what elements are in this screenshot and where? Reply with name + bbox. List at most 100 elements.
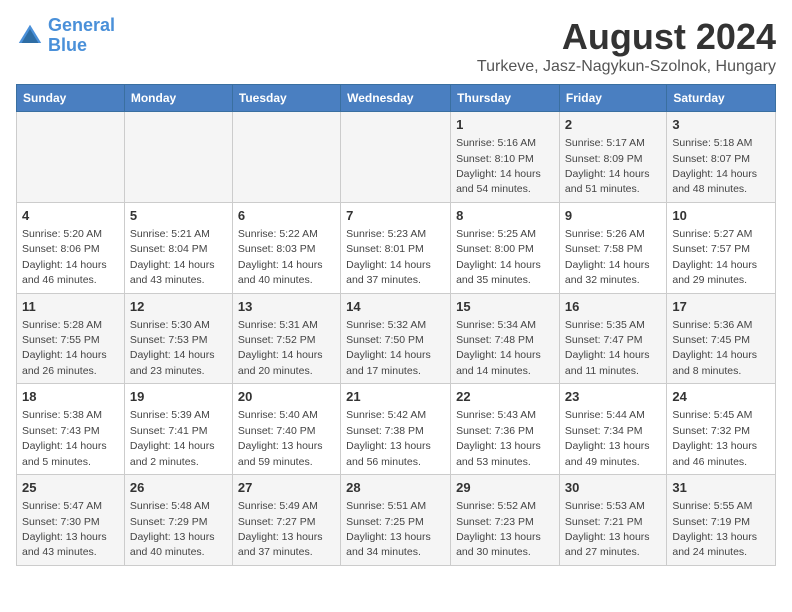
- main-title: August 2024: [477, 16, 776, 58]
- day-number: 18: [22, 388, 119, 406]
- cell-details: Sunrise: 5:23 AM Sunset: 8:01 PM Dayligh…: [346, 228, 431, 286]
- calendar-cell: 14 Sunrise: 5:32 AM Sunset: 7:50 PM Dayli…: [341, 293, 451, 384]
- logo-icon: [16, 22, 44, 50]
- day-number: 22: [456, 388, 554, 406]
- calendar-cell: 7 Sunrise: 5:23 AM Sunset: 8:01 PM Daylig…: [341, 202, 451, 293]
- day-number: 26: [130, 479, 227, 497]
- cell-details: Sunrise: 5:53 AM Sunset: 7:21 PM Dayligh…: [565, 500, 650, 558]
- cell-details: Sunrise: 5:34 AM Sunset: 7:48 PM Dayligh…: [456, 319, 541, 377]
- day-header-tuesday: Tuesday: [232, 85, 340, 112]
- day-number: 11: [22, 298, 119, 316]
- calendar-week-row: 18 Sunrise: 5:38 AM Sunset: 7:43 PM Dayli…: [17, 384, 776, 475]
- cell-details: Sunrise: 5:28 AM Sunset: 7:55 PM Dayligh…: [22, 319, 107, 377]
- cell-details: Sunrise: 5:32 AM Sunset: 7:50 PM Dayligh…: [346, 319, 431, 377]
- day-header-wednesday: Wednesday: [341, 85, 451, 112]
- calendar-body: 1 Sunrise: 5:16 AM Sunset: 8:10 PM Daylig…: [17, 112, 776, 566]
- day-number: 24: [672, 388, 770, 406]
- cell-details: Sunrise: 5:18 AM Sunset: 8:07 PM Dayligh…: [672, 137, 757, 195]
- cell-details: Sunrise: 5:31 AM Sunset: 7:52 PM Dayligh…: [238, 319, 323, 377]
- cell-details: Sunrise: 5:40 AM Sunset: 7:40 PM Dayligh…: [238, 409, 323, 467]
- cell-details: Sunrise: 5:26 AM Sunset: 7:58 PM Dayligh…: [565, 228, 650, 286]
- calendar-cell: 12 Sunrise: 5:30 AM Sunset: 7:53 PM Dayli…: [124, 293, 232, 384]
- calendar-cell: 26 Sunrise: 5:48 AM Sunset: 7:29 PM Dayli…: [124, 475, 232, 566]
- cell-details: Sunrise: 5:43 AM Sunset: 7:36 PM Dayligh…: [456, 409, 541, 467]
- day-header-saturday: Saturday: [667, 85, 776, 112]
- calendar-cell: 6 Sunrise: 5:22 AM Sunset: 8:03 PM Daylig…: [232, 202, 340, 293]
- day-number: 15: [456, 298, 554, 316]
- day-header-sunday: Sunday: [17, 85, 125, 112]
- calendar-cell: 1 Sunrise: 5:16 AM Sunset: 8:10 PM Daylig…: [451, 112, 560, 203]
- cell-details: Sunrise: 5:51 AM Sunset: 7:25 PM Dayligh…: [346, 500, 431, 558]
- calendar-cell: 31Sunrise: 5:55 AM Sunset: 7:19 PM Dayli…: [667, 475, 776, 566]
- cell-details: Sunrise: 5:49 AM Sunset: 7:27 PM Dayligh…: [238, 500, 323, 558]
- calendar-week-row: 4Sunrise: 5:20 AM Sunset: 8:06 PM Daylig…: [17, 202, 776, 293]
- calendar-cell: 17 Sunrise: 5:36 AM Sunset: 7:45 PM Dayli…: [667, 293, 776, 384]
- cell-details: Sunrise: 5:44 AM Sunset: 7:34 PM Dayligh…: [565, 409, 650, 467]
- calendar-cell: 23 Sunrise: 5:44 AM Sunset: 7:34 PM Dayli…: [559, 384, 666, 475]
- cell-details: Sunrise: 5:36 AM Sunset: 7:45 PM Dayligh…: [672, 319, 757, 377]
- day-number: 30: [565, 479, 661, 497]
- cell-details: Sunrise: 5:27 AM Sunset: 7:57 PM Dayligh…: [672, 228, 757, 286]
- cell-details: Sunrise: 5:17 AM Sunset: 8:09 PM Dayligh…: [565, 137, 650, 195]
- calendar-week-row: 25 Sunrise: 5:47 AM Sunset: 7:30 PM Dayli…: [17, 475, 776, 566]
- day-header-monday: Monday: [124, 85, 232, 112]
- calendar-cell: 8 Sunrise: 5:25 AM Sunset: 8:00 PM Daylig…: [451, 202, 560, 293]
- sub-title: Turkeve, Jasz-Nagykun-Szolnok, Hungary: [477, 58, 776, 76]
- day-number: 12: [130, 298, 227, 316]
- cell-details: Sunrise: 5:39 AM Sunset: 7:41 PM Dayligh…: [130, 409, 215, 467]
- day-number: 10: [672, 207, 770, 225]
- day-number: 3: [672, 116, 770, 134]
- calendar-cell: 25 Sunrise: 5:47 AM Sunset: 7:30 PM Dayli…: [17, 475, 125, 566]
- day-number: 1: [456, 116, 554, 134]
- day-header-thursday: Thursday: [451, 85, 560, 112]
- calendar-cell: [124, 112, 232, 203]
- cell-details: Sunrise: 5:25 AM Sunset: 8:00 PM Dayligh…: [456, 228, 541, 286]
- calendar-cell: 21Sunrise: 5:42 AM Sunset: 7:38 PM Dayli…: [341, 384, 451, 475]
- calendar-table: SundayMondayTuesdayWednesdayThursdayFrid…: [16, 84, 776, 566]
- cell-details: Sunrise: 5:16 AM Sunset: 8:10 PM Dayligh…: [456, 137, 541, 195]
- calendar-cell: 15 Sunrise: 5:34 AM Sunset: 7:48 PM Dayli…: [451, 293, 560, 384]
- logo-line2: Blue: [48, 35, 87, 55]
- calendar-cell: 20Sunrise: 5:40 AM Sunset: 7:40 PM Dayli…: [232, 384, 340, 475]
- day-header-friday: Friday: [559, 85, 666, 112]
- calendar-cell: 16Sunrise: 5:35 AM Sunset: 7:47 PM Dayli…: [559, 293, 666, 384]
- day-number: 2: [565, 116, 661, 134]
- cell-details: Sunrise: 5:38 AM Sunset: 7:43 PM Dayligh…: [22, 409, 107, 467]
- title-area: August 2024 Turkeve, Jasz-Nagykun-Szolno…: [477, 16, 776, 76]
- day-number: 6: [238, 207, 335, 225]
- day-number: 19: [130, 388, 227, 406]
- day-number: 7: [346, 207, 445, 225]
- logo-line1: General: [48, 15, 115, 35]
- day-number: 25: [22, 479, 119, 497]
- day-number: 9: [565, 207, 661, 225]
- calendar-cell: 22 Sunrise: 5:43 AM Sunset: 7:36 PM Dayli…: [451, 384, 560, 475]
- cell-details: Sunrise: 5:35 AM Sunset: 7:47 PM Dayligh…: [565, 319, 650, 377]
- calendar-cell: 27 Sunrise: 5:49 AM Sunset: 7:27 PM Dayli…: [232, 475, 340, 566]
- cell-details: Sunrise: 5:52 AM Sunset: 7:23 PM Dayligh…: [456, 500, 541, 558]
- cell-details: Sunrise: 5:30 AM Sunset: 7:53 PM Dayligh…: [130, 319, 215, 377]
- day-number: 14: [346, 298, 445, 316]
- calendar-cell: 18 Sunrise: 5:38 AM Sunset: 7:43 PM Dayli…: [17, 384, 125, 475]
- day-number: 27: [238, 479, 335, 497]
- logo: General Blue: [16, 16, 115, 56]
- cell-details: Sunrise: 5:48 AM Sunset: 7:29 PM Dayligh…: [130, 500, 215, 558]
- day-number: 17: [672, 298, 770, 316]
- calendar-cell: 11 Sunrise: 5:28 AM Sunset: 7:55 PM Dayli…: [17, 293, 125, 384]
- calendar-cell: 24Sunrise: 5:45 AM Sunset: 7:32 PM Dayli…: [667, 384, 776, 475]
- day-number: 13: [238, 298, 335, 316]
- calendar-cell: 5Sunrise: 5:21 AM Sunset: 8:04 PM Daylig…: [124, 202, 232, 293]
- day-number: 5: [130, 207, 227, 225]
- day-number: 31: [672, 479, 770, 497]
- cell-details: Sunrise: 5:20 AM Sunset: 8:06 PM Dayligh…: [22, 228, 107, 286]
- calendar-cell: 13 Sunrise: 5:31 AM Sunset: 7:52 PM Dayli…: [232, 293, 340, 384]
- cell-details: Sunrise: 5:47 AM Sunset: 7:30 PM Dayligh…: [22, 500, 107, 558]
- day-number: 23: [565, 388, 661, 406]
- cell-details: Sunrise: 5:22 AM Sunset: 8:03 PM Dayligh…: [238, 228, 323, 286]
- day-number: 28: [346, 479, 445, 497]
- calendar-header-row: SundayMondayTuesdayWednesdayThursdayFrid…: [17, 85, 776, 112]
- calendar-cell: [341, 112, 451, 203]
- day-number: 8: [456, 207, 554, 225]
- calendar-cell: [232, 112, 340, 203]
- calendar-cell: 4Sunrise: 5:20 AM Sunset: 8:06 PM Daylig…: [17, 202, 125, 293]
- header: General Blue August 2024 Turkeve, Jasz-N…: [16, 16, 776, 76]
